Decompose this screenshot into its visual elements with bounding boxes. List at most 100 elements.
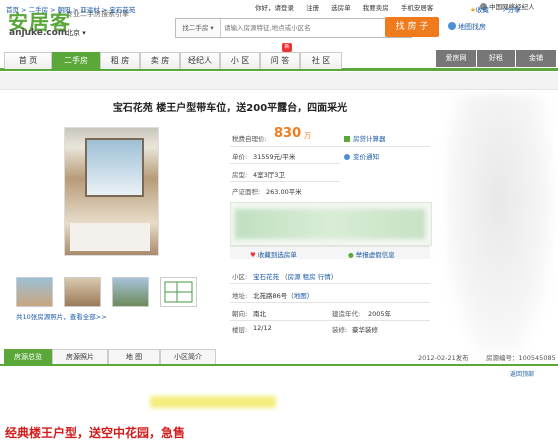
area-label: 产证面积:	[232, 188, 261, 196]
report-fake-link[interactable]: ● 举报虚假信息	[348, 249, 395, 259]
main-nav: 首 页 二手房 租 房 卖 房 经纪人 小 区 问 答 社 区 爱房网 好租 金…	[0, 48, 558, 71]
divider	[230, 283, 430, 284]
agent-contact-box	[230, 202, 432, 246]
breadcrumb[interactable]: 首页 > 二手房 > 朝阳 > 亚运村 > 宝石花苑	[6, 4, 135, 14]
bell-icon	[344, 154, 350, 160]
address-row: 北苑路86号（地图）	[253, 292, 314, 300]
nav-agent[interactable]: 经纪人	[180, 52, 220, 69]
nav-home[interactable]: 首 页	[4, 52, 52, 69]
floorplan-thumbnail[interactable]	[160, 277, 197, 307]
save-to-list-label: 收藏到选房单	[257, 251, 297, 259]
mobile-link[interactable]: 手机安居客	[401, 4, 434, 12]
house-id: 房源编号：100545085	[486, 354, 556, 362]
community-rent-link[interactable]: 租房	[303, 273, 316, 281]
mortgage-calculator-label: 房贷计算器	[353, 135, 386, 143]
saved-list-link[interactable]: 选房单	[331, 4, 351, 12]
community-label: 小区:	[232, 273, 248, 281]
nav-forum[interactable]: 社 区	[300, 52, 342, 69]
divider	[230, 146, 430, 147]
nav-community[interactable]: 小 区	[220, 52, 260, 69]
chevron-down-icon: ▾	[82, 29, 86, 37]
tab-overview[interactable]: 房源总览	[4, 349, 52, 364]
unit-price-label: 单价:	[232, 153, 248, 161]
tab-photos[interactable]: 房源照片	[52, 349, 108, 364]
search-category-select[interactable]: 找二手房 ▾	[176, 19, 221, 37]
favorite-label: 收藏	[475, 6, 489, 14]
agent-info-blurred	[235, 209, 425, 239]
year-value: 2005年	[368, 310, 392, 318]
divider	[230, 320, 430, 321]
decor-value: 豪华装修	[352, 326, 378, 334]
highlight-blurred	[150, 396, 276, 408]
search-input[interactable]	[224, 19, 362, 37]
main-photo[interactable]	[64, 127, 159, 256]
tab-map[interactable]: 地 图	[108, 349, 160, 364]
community-link[interactable]: 宝石花苑	[253, 273, 279, 281]
register-link[interactable]: 注册	[306, 4, 319, 12]
city-name: 北京	[66, 29, 80, 37]
layout-value: 4室3厅3卫	[253, 171, 285, 179]
address-value: 北苑路86号	[253, 292, 288, 300]
nav-sell[interactable]: 卖 房	[140, 52, 180, 69]
thumbnail[interactable]	[64, 277, 101, 307]
save-to-list-link[interactable]: ♥ 收藏到选房单	[250, 249, 297, 259]
map-link[interactable]: 地图	[294, 292, 307, 300]
decor-label: 装修:	[332, 326, 348, 334]
city-selector[interactable]: 北京 ▾	[66, 28, 86, 38]
thumbnail[interactable]	[112, 277, 149, 307]
community-market-link[interactable]: 行情	[318, 273, 331, 281]
tab-aifang[interactable]: 爱房网	[436, 50, 476, 67]
back-to-top-link[interactable]: 返回顶部	[510, 369, 534, 378]
action-bar: ♥ 收藏到选房单 ● 举报虚假信息	[230, 246, 430, 259]
price-alert-label: 变价通知	[353, 153, 379, 161]
map-search-label: 地图找房	[458, 23, 486, 31]
report-fake-label: 举报虚假信息	[355, 251, 395, 259]
photo-bed-detail	[70, 223, 150, 251]
photo-window-detail	[85, 138, 144, 197]
facing-label: 朝向:	[232, 310, 248, 318]
community-listings-link[interactable]: 房源	[288, 273, 301, 281]
year-label: 建造年代:	[332, 310, 361, 318]
site-logo-domain[interactable]: anjuke.com	[9, 28, 67, 38]
map-search-link[interactable]: 地图找房	[448, 22, 486, 32]
thumbnail[interactable]	[16, 277, 53, 307]
login-link[interactable]: 你好，请登录	[255, 4, 294, 12]
area-value: 263.00平米	[266, 188, 302, 196]
search-button[interactable]: 找 房 子	[385, 17, 439, 37]
price-value: 830	[274, 126, 302, 141]
tab-jinpu[interactable]: 金铺	[516, 50, 556, 67]
publish-date: 2012-02-21发布	[418, 354, 469, 362]
nav-second-hand[interactable]: 二手房	[52, 52, 100, 69]
divider	[230, 181, 340, 182]
tab-haozu[interactable]: 好租	[477, 50, 515, 67]
listing-title: 宝石花苑 楼王户型带车位，送200平露台，四面采光	[112, 103, 348, 114]
new-badge: 新	[282, 43, 292, 52]
warning-icon: ●	[348, 251, 354, 259]
nav-qa[interactable]: 问 答	[260, 52, 300, 69]
address-label: 地址:	[232, 292, 248, 300]
community-row: 宝石花苑 （房源 租房 行情）	[253, 273, 338, 281]
price-label: 税费自理价:	[232, 135, 267, 143]
tab-community-intro[interactable]: 小区简介	[160, 349, 216, 364]
floorplan-icon	[164, 281, 193, 303]
view-all-photos-link[interactable]: 共10张房源照片，查看全部>>	[16, 311, 107, 321]
share-label: 分享	[507, 6, 521, 14]
mortgage-calculator-link[interactable]: 房贷计算器	[344, 133, 386, 143]
map-pin-icon	[448, 22, 456, 30]
price-unit: 万	[304, 132, 311, 140]
divider	[230, 163, 340, 164]
sell-house-link[interactable]: 我要卖房	[363, 4, 389, 12]
heart-icon: ♥	[250, 251, 256, 259]
nav-rent[interactable]: 租 房	[100, 52, 140, 69]
description-title: 经典楼王户型，送空中花园，急售	[5, 426, 186, 440]
facing-value: 南北	[253, 310, 266, 318]
favorite-link[interactable]: ★收藏	[470, 4, 489, 14]
detail-tabs: 房源总览 房源照片 地 图 小区简介	[0, 349, 558, 366]
sidebar-blurred	[445, 95, 553, 355]
calculator-icon	[344, 136, 350, 142]
price-alert-link[interactable]: 变价通知	[344, 151, 379, 161]
layout-label: 房型:	[232, 171, 248, 179]
search-bar: 找二手房 ▾	[175, 18, 412, 38]
share-link[interactable]: ↗分享	[502, 4, 520, 14]
floor-value: 12/12	[253, 324, 272, 332]
